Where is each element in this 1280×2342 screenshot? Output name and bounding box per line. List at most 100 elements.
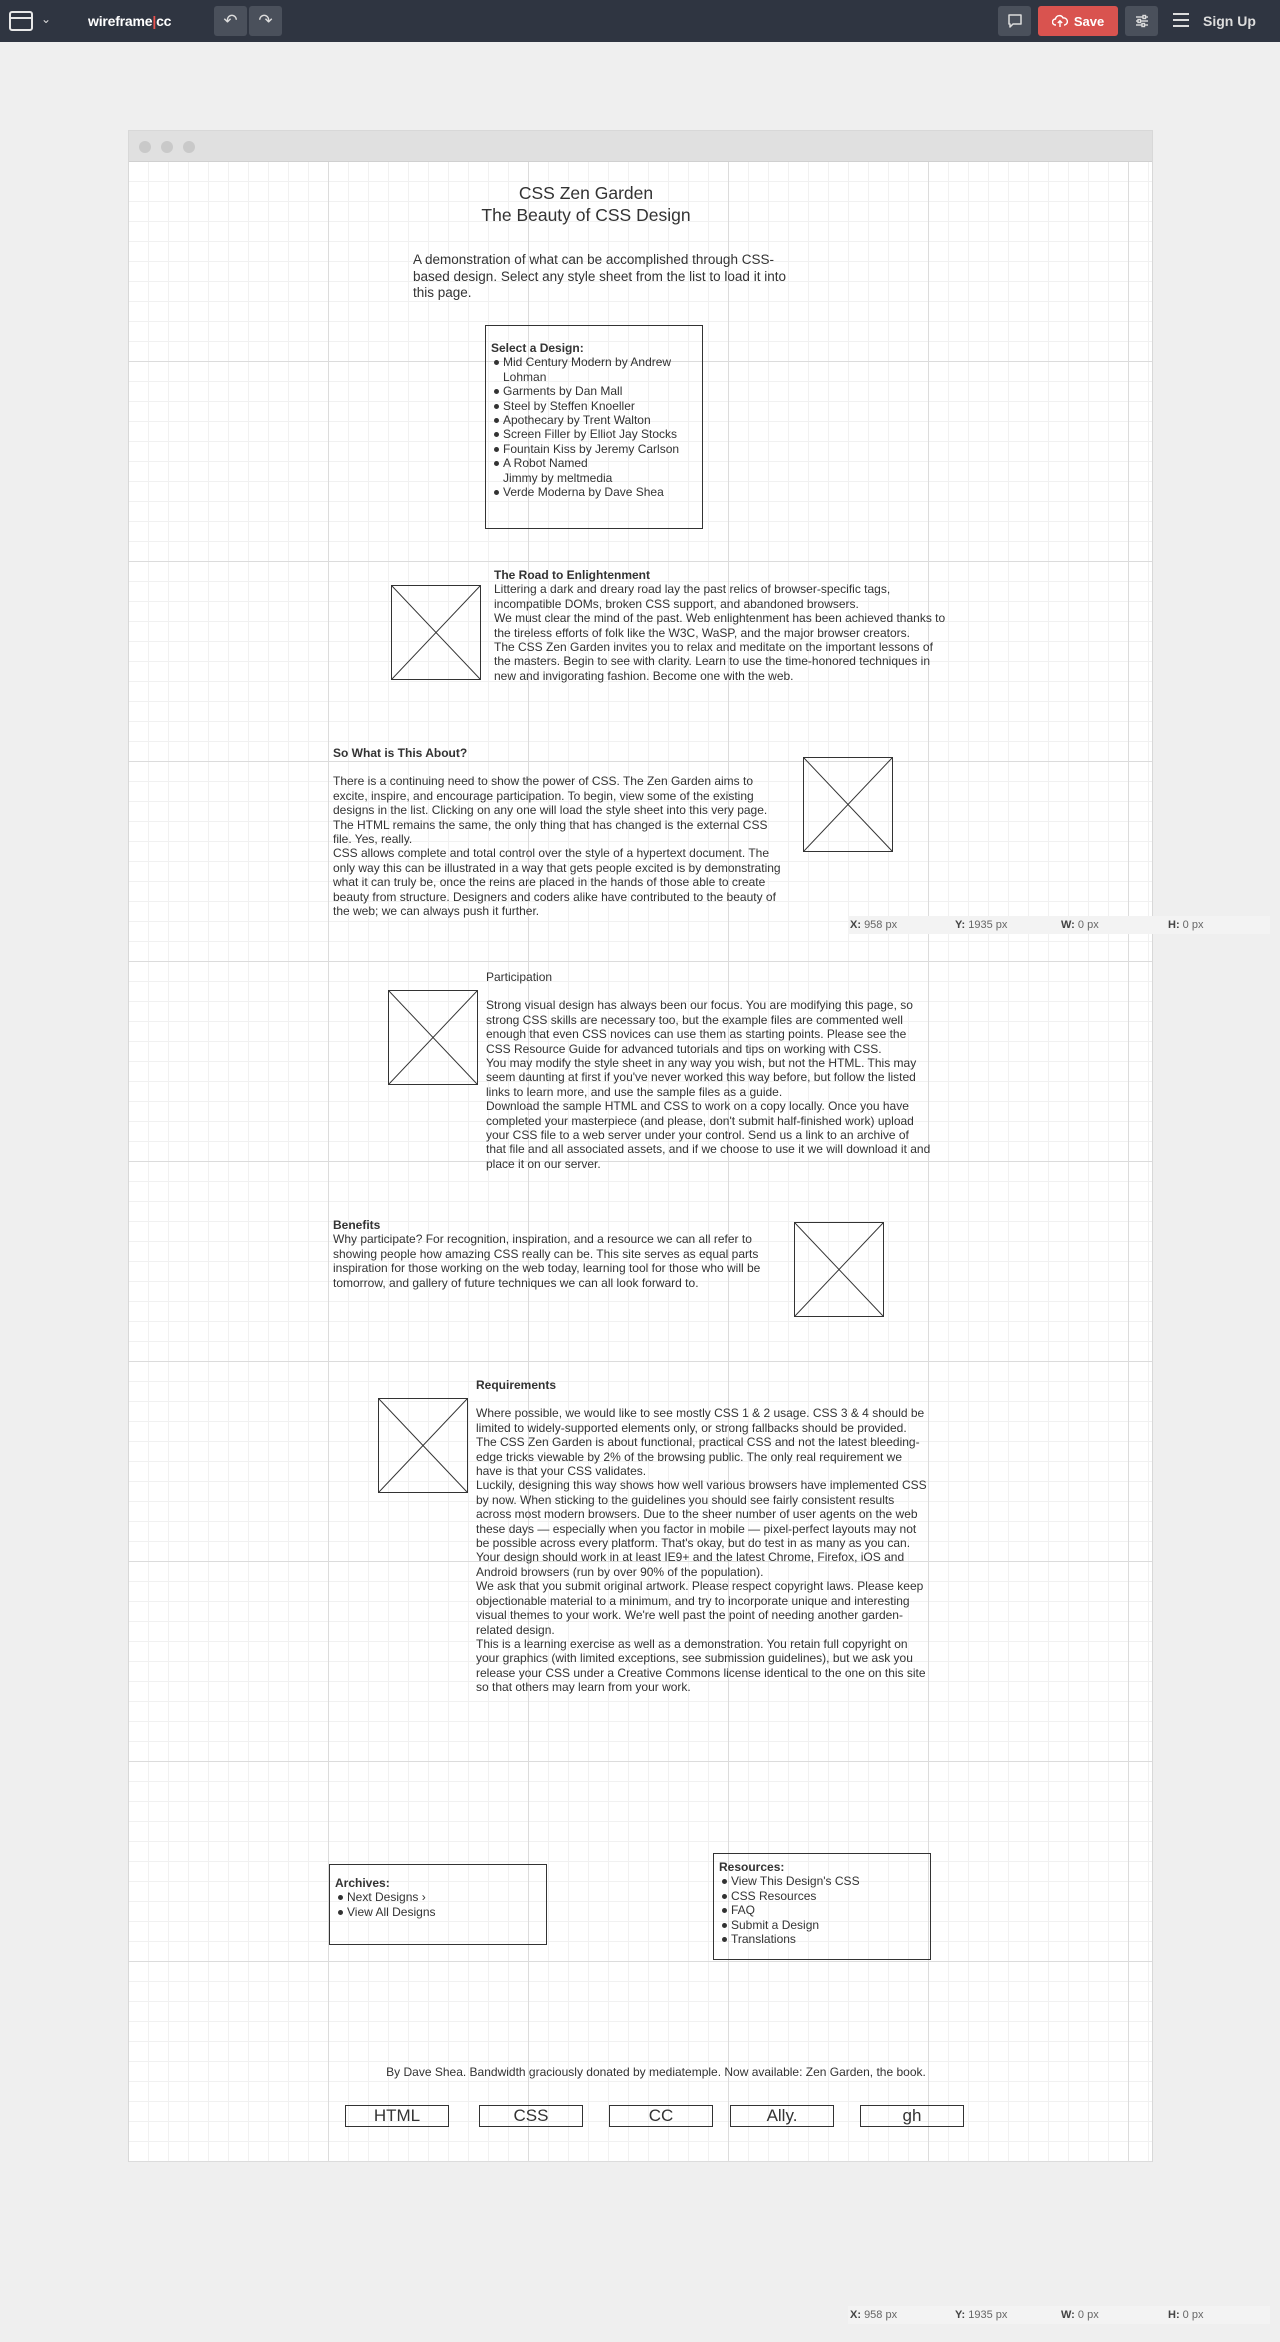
resources-link[interactable]: FAQ bbox=[714, 1903, 930, 1917]
participation-paragraph: Download the sample HTML and CSS to work… bbox=[486, 1099, 931, 1171]
redo-button[interactable]: ↷ bbox=[249, 6, 282, 36]
image-placeholder-icon bbox=[391, 585, 481, 680]
resources-box: Resources: View This Design's CSS CSS Re… bbox=[713, 1853, 931, 1960]
resources-link[interactable]: Translations bbox=[714, 1932, 930, 1946]
y-value: 1935 px bbox=[968, 919, 1008, 931]
coordinates-readout-bottom: X: 958 px Y: 1935 px W: 0 px H: 0 px bbox=[848, 2306, 1270, 2324]
design-item[interactable]: Fountain Kiss by Jeremy Carlson bbox=[486, 442, 696, 456]
save-label: Save bbox=[1073, 13, 1105, 29]
x-value: 958 px bbox=[864, 2309, 898, 2321]
page-title: CSS Zen Garden The Beauty of CSS Design bbox=[430, 182, 742, 226]
image-placeholder-icon bbox=[388, 990, 478, 1085]
comment-button[interactable] bbox=[998, 6, 1031, 36]
design-item[interactable]: Verde Moderna by Dave Shea bbox=[486, 485, 696, 499]
x-value: 958 px bbox=[864, 919, 898, 931]
settings-button[interactable] bbox=[1125, 6, 1158, 36]
road-heading: The Road to Enlightenment bbox=[494, 568, 650, 582]
w-label: W: bbox=[1061, 2309, 1075, 2321]
image-placeholder-icon bbox=[794, 1222, 884, 1317]
window-icon[interactable] bbox=[9, 11, 33, 31]
design-select-heading: Select a Design: bbox=[491, 341, 584, 355]
coordinates-readout: X: 958 px Y: 1935 px W: 0 px H: 0 px bbox=[848, 916, 1270, 934]
road-section: The Road to Enlightenment Littering a da… bbox=[494, 568, 949, 683]
design-item[interactable]: Steel by Steffen Knoeller bbox=[486, 399, 696, 413]
archives-list: Next Designs › View All Designs bbox=[330, 1890, 546, 1919]
history-controls: ↶ ↷ bbox=[214, 6, 282, 36]
resources-heading: Resources: bbox=[719, 1860, 785, 1874]
comment-icon bbox=[1007, 14, 1022, 28]
requirements-section: Requirements Where possible, we would li… bbox=[476, 1378, 928, 1695]
footer-link-html[interactable]: HTML bbox=[345, 2105, 449, 2127]
chevron-down-icon[interactable]: ⌄ bbox=[41, 12, 51, 26]
h-value: 0 px bbox=[1182, 2309, 1204, 2321]
archives-box: Archives: Next Designs › View All Design… bbox=[329, 1864, 547, 1945]
archives-heading: Archives: bbox=[335, 1876, 390, 1890]
image-placeholder-icon bbox=[378, 1398, 468, 1493]
undo-icon: ↶ bbox=[223, 11, 238, 30]
site-title: CSS Zen Garden bbox=[518, 183, 654, 203]
resources-link[interactable]: View This Design's CSS bbox=[714, 1874, 930, 1888]
design-item[interactable]: A Robot Named Jimmy by meltmedia bbox=[486, 456, 616, 485]
resources-link[interactable]: Submit a Design bbox=[714, 1918, 930, 1932]
archives-link[interactable]: View All Designs bbox=[330, 1905, 546, 1919]
footer-link-css[interactable]: CSS bbox=[479, 2105, 583, 2127]
requirements-paragraph: Where possible, we would like to see mos… bbox=[476, 1406, 925, 1479]
h-value: 0 px bbox=[1182, 919, 1204, 931]
window-dot bbox=[161, 141, 173, 153]
save-button[interactable]: Save bbox=[1038, 6, 1118, 36]
footer-text: By Dave Shea. Bandwidth graciously donat… bbox=[386, 2065, 926, 2079]
participation-paragraph: You may modify the style sheet in any wa… bbox=[486, 1056, 917, 1099]
image-placeholder-icon bbox=[803, 757, 893, 852]
w-value: 0 px bbox=[1077, 2309, 1099, 2321]
undo-button[interactable]: ↶ bbox=[214, 6, 247, 36]
w-label: W: bbox=[1061, 919, 1075, 931]
logo-text: wireframe bbox=[88, 13, 153, 29]
benefits-paragraph: Why participate? For recognition, inspir… bbox=[333, 1232, 761, 1290]
footer-link-cc[interactable]: CC bbox=[609, 2105, 713, 2127]
site-subtitle: The Beauty of CSS Design bbox=[481, 205, 691, 225]
top-toolbar: ⌄ wireframe|cc ↶ ↷ Save Sign Up bbox=[0, 0, 1280, 42]
y-label: Y: bbox=[955, 2309, 966, 2321]
intro-text: A demonstration of what can be accomplis… bbox=[413, 252, 786, 300]
design-item[interactable]: Garments by Dan Mall bbox=[486, 384, 696, 398]
resources-link[interactable]: CSS Resources bbox=[714, 1889, 930, 1903]
sign-up-link[interactable]: Sign Up bbox=[1203, 13, 1256, 29]
road-paragraph: The CSS Zen Garden invites you to relax … bbox=[494, 640, 933, 683]
participation-section: Participation Strong visual design has a… bbox=[486, 970, 932, 1171]
browser-frame-header bbox=[129, 131, 1152, 162]
sliders-icon bbox=[1135, 14, 1148, 28]
design-item[interactable]: Apothecary by Trent Walton bbox=[486, 413, 696, 427]
road-paragraph: We must clear the mind of the past. Web … bbox=[494, 611, 946, 640]
y-value: 1935 px bbox=[968, 2309, 1008, 2321]
participation-heading: Participation bbox=[486, 970, 553, 984]
archives-link[interactable]: Next Designs › bbox=[330, 1890, 546, 1904]
h-label: H: bbox=[1168, 2309, 1180, 2321]
about-paragraph: CSS allows complete and total control ov… bbox=[333, 846, 781, 919]
resources-list: View This Design's CSS CSS Resources FAQ… bbox=[714, 1874, 930, 1946]
design-list: Mid Century Modern by Andrew Lohman Garm… bbox=[486, 355, 702, 499]
w-value: 0 px bbox=[1077, 919, 1099, 931]
design-select-box: Select a Design: Mid Century Modern by A… bbox=[485, 325, 703, 529]
road-paragraph: Littering a dark and dreary road lay the… bbox=[494, 582, 891, 611]
about-heading: So What is This About? bbox=[333, 746, 468, 760]
benefits-heading: Benefits bbox=[333, 1218, 381, 1232]
about-paragraph: There is a continuing need to show the p… bbox=[333, 774, 768, 847]
window-dot bbox=[183, 141, 195, 153]
window-dot bbox=[139, 141, 151, 153]
requirements-paragraph: Luckily, designing this way shows how we… bbox=[476, 1478, 927, 1579]
app-logo: wireframe|cc bbox=[88, 13, 171, 29]
footer-link-gh[interactable]: gh bbox=[860, 2105, 964, 2127]
requirements-heading: Requirements bbox=[476, 1378, 557, 1392]
footer-link-a11y[interactable]: Ally. bbox=[730, 2105, 834, 2127]
requirements-paragraph: This is a learning exercise as well as a… bbox=[476, 1636, 926, 1695]
logo-text-suffix: cc bbox=[156, 13, 172, 29]
benefits-section: Benefits Why participate? For recognitio… bbox=[333, 1218, 781, 1290]
design-item[interactable]: Screen Filler by Elliot Jay Stocks bbox=[486, 427, 696, 441]
design-item[interactable]: Mid Century Modern by Andrew Lohman bbox=[486, 355, 696, 384]
hamburger-icon[interactable] bbox=[1173, 12, 1191, 28]
participation-paragraph: Strong visual design has always been our… bbox=[486, 998, 913, 1056]
about-section: So What is This About? There is a contin… bbox=[333, 746, 785, 918]
x-label: X: bbox=[850, 919, 861, 931]
x-label: X: bbox=[850, 2309, 861, 2321]
y-label: Y: bbox=[955, 919, 966, 931]
